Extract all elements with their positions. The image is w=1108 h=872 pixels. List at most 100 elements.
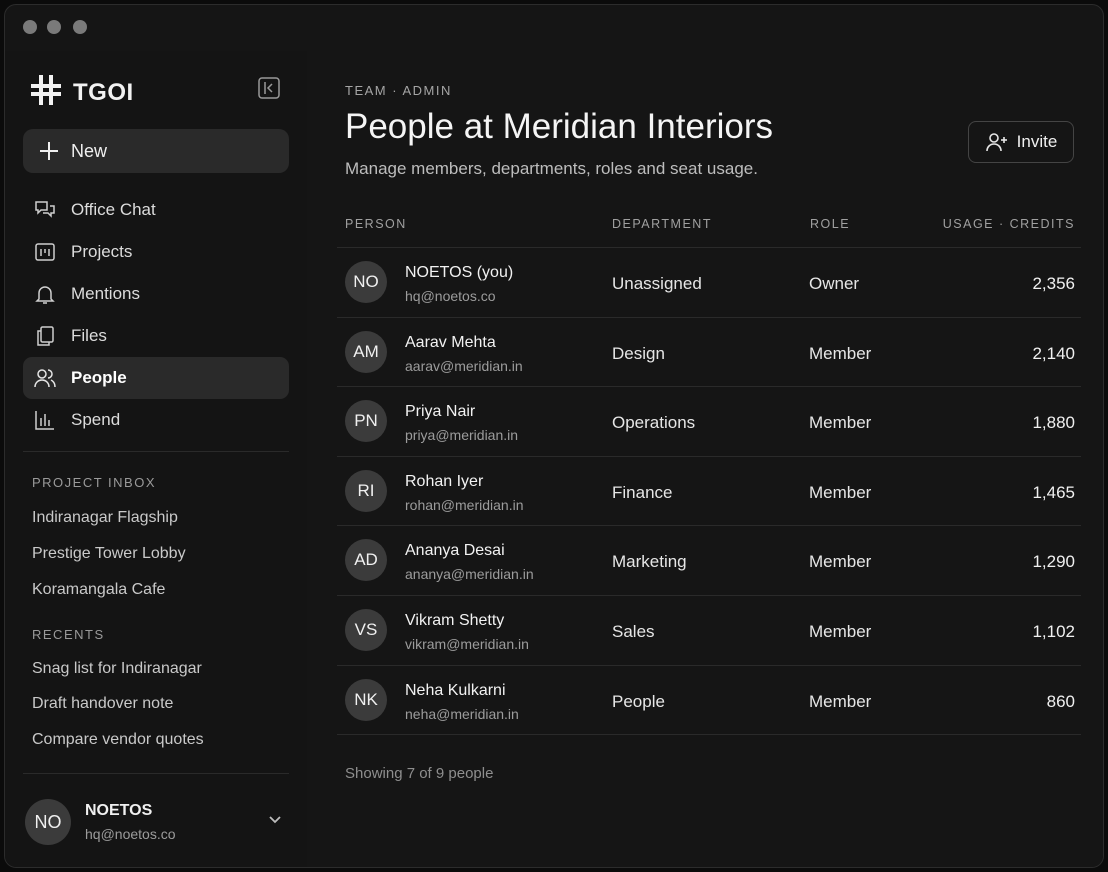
person-credits: 1,290 bbox=[1032, 552, 1075, 572]
person-name: NOETOS (you) bbox=[405, 264, 514, 281]
recents-heading: RECENTS bbox=[32, 627, 105, 642]
plus-icon bbox=[40, 142, 58, 160]
bell-icon bbox=[33, 282, 57, 306]
person-role: Member bbox=[809, 691, 872, 711]
user-name: NOETOS bbox=[85, 802, 153, 819]
table-row[interactable]: AM Aarav Mehta aarav@meridian.in Design … bbox=[337, 318, 1081, 388]
person-role: Member bbox=[809, 621, 872, 641]
table-row[interactable]: RI Rohan Iyer rohan@meridian.in Finance … bbox=[337, 457, 1081, 527]
person-role: Member bbox=[809, 343, 872, 363]
sidebar-item-label: Files bbox=[71, 326, 107, 345]
person-role: Member bbox=[809, 413, 872, 433]
sidebar-item-projects[interactable]: Projects bbox=[23, 231, 289, 273]
table-row[interactable]: NK Neha Kulkarni neha@meridian.in People… bbox=[337, 666, 1081, 736]
sidebar-item-mentions[interactable]: Mentions bbox=[23, 273, 289, 315]
person-department: Operations bbox=[612, 413, 696, 433]
project-inbox-item[interactable]: Koramangala Cafe bbox=[32, 581, 165, 599]
sidebar-nav: Office Chat Projects Mentions Files Peop… bbox=[23, 189, 289, 441]
person-department: Marketing bbox=[612, 552, 687, 572]
person-name: Aarav Mehta bbox=[405, 333, 496, 351]
person-department: Design bbox=[612, 343, 665, 363]
collapse-sidebar-button[interactable] bbox=[258, 77, 280, 99]
logo-icon bbox=[31, 75, 61, 110]
avatar: AD bbox=[345, 539, 387, 582]
column-header-person[interactable]: PERSON bbox=[345, 217, 407, 231]
person-email: hq@noetos.co bbox=[405, 288, 496, 304]
avatar: NO bbox=[345, 261, 387, 303]
person-department: People bbox=[612, 691, 665, 711]
collapse-icon bbox=[258, 77, 280, 99]
person-role: Member bbox=[809, 482, 872, 502]
new-button-label: New bbox=[71, 140, 108, 161]
avatar: NO bbox=[25, 799, 71, 845]
sidebar-item-label: People bbox=[71, 368, 127, 387]
current-user[interactable]: NO NOETOS hq@noetos.co bbox=[25, 797, 289, 847]
column-header-role[interactable]: ROLE bbox=[810, 217, 850, 231]
person-department: Finance bbox=[612, 482, 673, 502]
recent-item[interactable]: Snag list for Indiranagar bbox=[32, 660, 202, 678]
sidebar: TGOI New Office Chat Projects Mentions F… bbox=[5, 51, 308, 867]
people-table: NO NOETOS (you) hq@noetos.co Unassigned … bbox=[337, 247, 1081, 736]
person-name: Priya Nair bbox=[405, 403, 476, 421]
page-subtitle: Manage members, departments, roles and s… bbox=[345, 159, 758, 178]
projects-icon bbox=[33, 240, 57, 264]
person-role: Owner bbox=[809, 274, 860, 293]
person-email: priya@meridian.in bbox=[405, 427, 519, 444]
sidebar-item-label: Spend bbox=[71, 410, 121, 429]
maximize-window-button[interactable] bbox=[73, 20, 87, 34]
person-department: Sales bbox=[612, 621, 655, 641]
sidebar-item-label: Mentions bbox=[71, 284, 140, 303]
invite-button[interactable]: Invite bbox=[968, 121, 1074, 163]
main-content: TEAM · ADMIN People at Meridian Interior… bbox=[307, 51, 1103, 867]
project-inbox-item[interactable]: Indiranagar Flagship bbox=[32, 509, 178, 527]
table-header: PERSON DEPARTMENT ROLE USAGE · CREDITS bbox=[337, 217, 1081, 247]
close-window-button[interactable] bbox=[23, 20, 37, 34]
recent-item[interactable]: Compare vendor quotes bbox=[32, 731, 204, 749]
people-icon bbox=[33, 366, 57, 390]
person-email: rohan@meridian.in bbox=[405, 496, 524, 513]
page-title: People at Meridian Interiors bbox=[345, 107, 773, 146]
project-inbox-heading: PROJECT INBOX bbox=[32, 475, 157, 490]
table-row[interactable]: PN Priya Nair priya@meridian.in Operatio… bbox=[337, 387, 1081, 457]
table-row[interactable]: VS Vikram Shetty vikram@meridian.in Sale… bbox=[337, 596, 1081, 666]
breadcrumb: TEAM · ADMIN bbox=[345, 83, 452, 98]
person-name: Vikram Shetty bbox=[405, 611, 505, 629]
minimize-window-button[interactable] bbox=[47, 20, 61, 34]
recent-item[interactable]: Draft handover note bbox=[32, 695, 173, 713]
person-credits: 1,102 bbox=[1032, 621, 1075, 641]
pagination-summary: Showing 7 of 9 people bbox=[345, 765, 494, 782]
project-inbox-item[interactable]: Prestige Tower Lobby bbox=[32, 545, 186, 563]
brand-name: TGOI bbox=[73, 78, 134, 106]
avatar: NK bbox=[345, 678, 387, 721]
divider bbox=[23, 451, 289, 452]
sidebar-item-label: Projects bbox=[71, 242, 133, 261]
person-email: aarav@meridian.in bbox=[405, 357, 523, 374]
chevron-down-icon[interactable] bbox=[267, 811, 283, 832]
files-icon bbox=[33, 324, 57, 348]
column-header-department[interactable]: DEPARTMENT bbox=[612, 217, 712, 231]
app-window: TGOI New Office Chat Projects Mentions F… bbox=[4, 4, 1104, 868]
avatar: AM bbox=[345, 330, 387, 373]
sidebar-item-spend[interactable]: Spend bbox=[23, 399, 289, 441]
person-role: Member bbox=[809, 552, 872, 572]
person-credits: 1,880 bbox=[1032, 413, 1075, 433]
divider bbox=[23, 773, 289, 774]
sidebar-item-files[interactable]: Files bbox=[23, 315, 289, 357]
column-header-usage[interactable]: USAGE · CREDITS bbox=[943, 217, 1075, 231]
brand-logo[interactable]: TGOI bbox=[31, 75, 134, 110]
sidebar-item-office-chat[interactable]: Office Chat bbox=[23, 189, 289, 231]
new-button[interactable]: New bbox=[23, 129, 289, 173]
add-user-icon bbox=[985, 133, 1007, 152]
person-credits: 2,140 bbox=[1032, 343, 1075, 363]
chat-icon bbox=[33, 198, 57, 222]
chart-icon bbox=[33, 408, 57, 432]
person-email: ananya@meridian.in bbox=[405, 566, 534, 583]
sidebar-item-people[interactable]: People bbox=[23, 357, 289, 399]
invite-button-label: Invite bbox=[1016, 132, 1058, 151]
table-row[interactable]: AD Ananya Desai ananya@meridian.in Marke… bbox=[337, 526, 1081, 596]
person-name: Ananya Desai bbox=[405, 542, 505, 560]
person-name: Rohan Iyer bbox=[405, 472, 484, 490]
avatar: VS bbox=[345, 608, 387, 651]
person-department: Unassigned bbox=[612, 274, 702, 293]
table-row[interactable]: NO NOETOS (you) hq@noetos.co Unassigned … bbox=[337, 248, 1081, 318]
